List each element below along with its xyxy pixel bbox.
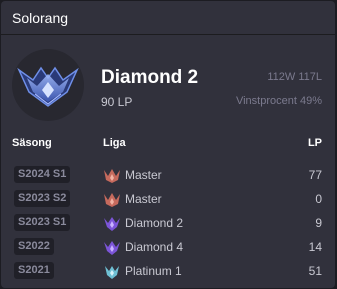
league-name: Diamond 4 (125, 240, 184, 254)
league-cell: Diamond 4 (103, 237, 183, 257)
panel-title: Solorang (12, 9, 69, 26)
lp-value: 0 (315, 192, 322, 206)
league-name: Master (125, 192, 162, 206)
table-row: S2023 S2 Master 0 (1, 188, 335, 212)
table-row: S2021 Platinum 1 51 (1, 260, 335, 284)
diamond-icon (104, 241, 120, 255)
win-rate: Vinstprocent 49% (235, 95, 322, 107)
header-league: Liga (103, 137, 126, 149)
season-badge: S2021 (14, 262, 54, 279)
league-cell: Platinum 1 (103, 261, 182, 281)
header-lp: LP (307, 137, 322, 149)
league-cell: Master (103, 189, 162, 209)
table-row: S2024 S1 Master 77 (1, 164, 335, 188)
master-icon (104, 193, 120, 207)
lp-value: 77 (308, 168, 322, 182)
lp-value: 9 (315, 216, 322, 230)
league-name: Diamond 2 (125, 216, 184, 230)
league-name: Master (125, 168, 162, 182)
platinum-icon (105, 266, 119, 279)
lp-value: 51 (308, 264, 322, 278)
season-badge: S2024 S1 (14, 166, 71, 183)
rank-summary: Diamond 2 90 LP 112W 117L Vinstprocent 4… (1, 36, 335, 130)
rank-emblem (12, 49, 84, 121)
panel-header: Solorang (1, 1, 335, 35)
season-badge: S2022 (14, 238, 54, 255)
master-icon (104, 169, 120, 183)
diamond-icon (104, 217, 120, 231)
lp-value: 14 (308, 240, 322, 254)
league-name: Platinum 1 (125, 264, 182, 278)
diamond-emblem-icon (17, 66, 79, 107)
win-loss-record: 112W 117L (267, 71, 322, 83)
season-table-header: Säsong Liga LP (1, 137, 335, 153)
league-cell: Diamond 2 (103, 213, 183, 233)
rank-tier: Diamond 2 (101, 67, 199, 88)
table-row: S2022 Diamond 4 14 (1, 236, 335, 260)
rank-lp: 90 LP (101, 95, 133, 109)
season-badge: S2023 S2 (14, 190, 71, 207)
season-badge: S2023 S1 (14, 214, 71, 231)
header-season: Säsong (12, 137, 52, 149)
solo-rank-panel: Solorang Diamond 2 90 LP 112W 117L Vinst… (1, 1, 335, 288)
season-table-body: S2024 S1 Master 77 S2023 S2 Master 0 S20… (1, 164, 335, 284)
table-row: S2023 S1 Diamond 2 9 (1, 212, 335, 236)
league-cell: Master (103, 165, 162, 185)
